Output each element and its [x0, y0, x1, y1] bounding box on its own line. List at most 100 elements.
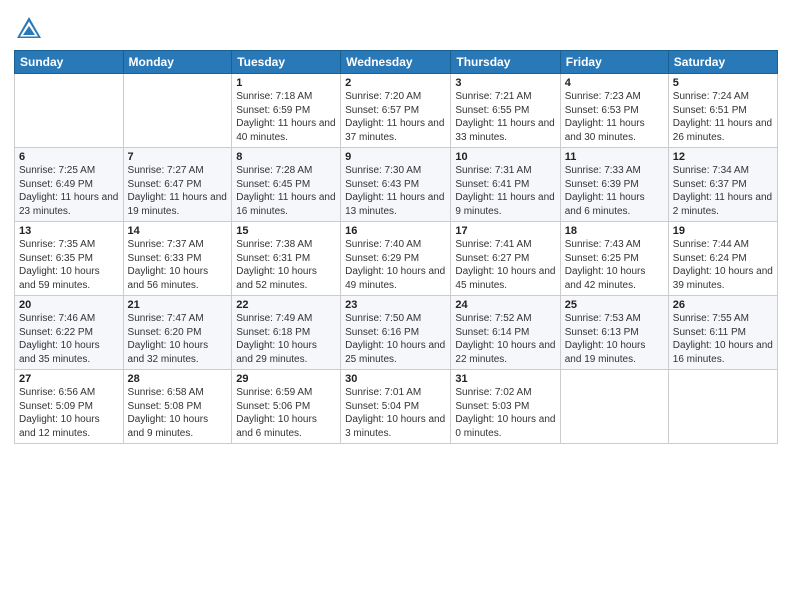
day-detail: Sunrise: 7:27 AM Sunset: 6:47 PM Dayligh… — [128, 164, 228, 218]
header — [14, 10, 778, 44]
col-sunday: Sunday — [15, 51, 124, 74]
day-number: 24 — [455, 299, 555, 311]
calendar-week-row: 20Sunrise: 7:46 AM Sunset: 6:22 PM Dayli… — [15, 296, 778, 370]
table-row: 23Sunrise: 7:50 AM Sunset: 6:16 PM Dayli… — [341, 296, 451, 370]
day-detail: Sunrise: 7:30 AM Sunset: 6:43 PM Dayligh… — [345, 164, 446, 218]
day-detail: Sunrise: 7:37 AM Sunset: 6:33 PM Dayligh… — [128, 238, 228, 292]
day-number: 7 — [128, 151, 228, 163]
table-row: 3Sunrise: 7:21 AM Sunset: 6:55 PM Daylig… — [451, 74, 560, 148]
col-monday: Monday — [123, 51, 232, 74]
day-detail: Sunrise: 7:49 AM Sunset: 6:18 PM Dayligh… — [236, 312, 336, 366]
table-row: 8Sunrise: 7:28 AM Sunset: 6:45 PM Daylig… — [232, 148, 341, 222]
table-row — [560, 370, 668, 444]
day-number: 31 — [455, 373, 555, 385]
day-number: 9 — [345, 151, 446, 163]
day-detail: Sunrise: 6:58 AM Sunset: 5:08 PM Dayligh… — [128, 386, 228, 440]
day-number: 10 — [455, 151, 555, 163]
table-row: 5Sunrise: 7:24 AM Sunset: 6:51 PM Daylig… — [668, 74, 777, 148]
day-detail: Sunrise: 7:43 AM Sunset: 6:25 PM Dayligh… — [565, 238, 664, 292]
day-number: 12 — [673, 151, 773, 163]
day-detail: Sunrise: 7:55 AM Sunset: 6:11 PM Dayligh… — [673, 312, 773, 366]
table-row: 4Sunrise: 7:23 AM Sunset: 6:53 PM Daylig… — [560, 74, 668, 148]
day-detail: Sunrise: 7:28 AM Sunset: 6:45 PM Dayligh… — [236, 164, 336, 218]
table-row: 15Sunrise: 7:38 AM Sunset: 6:31 PM Dayli… — [232, 222, 341, 296]
table-row — [123, 74, 232, 148]
col-wednesday: Wednesday — [341, 51, 451, 74]
day-number: 29 — [236, 373, 336, 385]
day-number: 26 — [673, 299, 773, 311]
table-row: 26Sunrise: 7:55 AM Sunset: 6:11 PM Dayli… — [668, 296, 777, 370]
table-row: 14Sunrise: 7:37 AM Sunset: 6:33 PM Dayli… — [123, 222, 232, 296]
day-detail: Sunrise: 7:01 AM Sunset: 5:04 PM Dayligh… — [345, 386, 446, 440]
day-number: 23 — [345, 299, 446, 311]
table-row: 19Sunrise: 7:44 AM Sunset: 6:24 PM Dayli… — [668, 222, 777, 296]
day-number: 22 — [236, 299, 336, 311]
day-detail: Sunrise: 7:53 AM Sunset: 6:13 PM Dayligh… — [565, 312, 664, 366]
calendar-week-row: 6Sunrise: 7:25 AM Sunset: 6:49 PM Daylig… — [15, 148, 778, 222]
day-number: 14 — [128, 225, 228, 237]
day-detail: Sunrise: 7:50 AM Sunset: 6:16 PM Dayligh… — [345, 312, 446, 366]
table-row: 31Sunrise: 7:02 AM Sunset: 5:03 PM Dayli… — [451, 370, 560, 444]
day-number: 19 — [673, 225, 773, 237]
table-row: 18Sunrise: 7:43 AM Sunset: 6:25 PM Dayli… — [560, 222, 668, 296]
day-number: 13 — [19, 225, 119, 237]
day-number: 16 — [345, 225, 446, 237]
day-number: 28 — [128, 373, 228, 385]
day-detail: Sunrise: 7:52 AM Sunset: 6:14 PM Dayligh… — [455, 312, 555, 366]
day-number: 21 — [128, 299, 228, 311]
day-detail: Sunrise: 7:25 AM Sunset: 6:49 PM Dayligh… — [19, 164, 119, 218]
table-row: 25Sunrise: 7:53 AM Sunset: 6:13 PM Dayli… — [560, 296, 668, 370]
calendar-week-row: 1Sunrise: 7:18 AM Sunset: 6:59 PM Daylig… — [15, 74, 778, 148]
day-detail: Sunrise: 7:41 AM Sunset: 6:27 PM Dayligh… — [455, 238, 555, 292]
day-detail: Sunrise: 7:34 AM Sunset: 6:37 PM Dayligh… — [673, 164, 773, 218]
calendar-header-row: Sunday Monday Tuesday Wednesday Thursday… — [15, 51, 778, 74]
day-detail: Sunrise: 6:56 AM Sunset: 5:09 PM Dayligh… — [19, 386, 119, 440]
day-number: 1 — [236, 77, 336, 89]
day-number: 25 — [565, 299, 664, 311]
day-detail: Sunrise: 6:59 AM Sunset: 5:06 PM Dayligh… — [236, 386, 336, 440]
table-row: 2Sunrise: 7:20 AM Sunset: 6:57 PM Daylig… — [341, 74, 451, 148]
col-saturday: Saturday — [668, 51, 777, 74]
day-detail: Sunrise: 7:18 AM Sunset: 6:59 PM Dayligh… — [236, 90, 336, 144]
day-number: 15 — [236, 225, 336, 237]
day-number: 17 — [455, 225, 555, 237]
day-detail: Sunrise: 7:24 AM Sunset: 6:51 PM Dayligh… — [673, 90, 773, 144]
calendar-week-row: 13Sunrise: 7:35 AM Sunset: 6:35 PM Dayli… — [15, 222, 778, 296]
day-number: 18 — [565, 225, 664, 237]
day-detail: Sunrise: 7:38 AM Sunset: 6:31 PM Dayligh… — [236, 238, 336, 292]
table-row: 30Sunrise: 7:01 AM Sunset: 5:04 PM Dayli… — [341, 370, 451, 444]
table-row: 20Sunrise: 7:46 AM Sunset: 6:22 PM Dayli… — [15, 296, 124, 370]
table-row — [15, 74, 124, 148]
day-detail: Sunrise: 7:47 AM Sunset: 6:20 PM Dayligh… — [128, 312, 228, 366]
day-number: 8 — [236, 151, 336, 163]
table-row: 1Sunrise: 7:18 AM Sunset: 6:59 PM Daylig… — [232, 74, 341, 148]
table-row: 16Sunrise: 7:40 AM Sunset: 6:29 PM Dayli… — [341, 222, 451, 296]
col-thursday: Thursday — [451, 51, 560, 74]
table-row: 10Sunrise: 7:31 AM Sunset: 6:41 PM Dayli… — [451, 148, 560, 222]
day-detail: Sunrise: 7:35 AM Sunset: 6:35 PM Dayligh… — [19, 238, 119, 292]
day-detail: Sunrise: 7:20 AM Sunset: 6:57 PM Dayligh… — [345, 90, 446, 144]
day-number: 2 — [345, 77, 446, 89]
table-row: 27Sunrise: 6:56 AM Sunset: 5:09 PM Dayli… — [15, 370, 124, 444]
day-detail: Sunrise: 7:02 AM Sunset: 5:03 PM Dayligh… — [455, 386, 555, 440]
day-number: 27 — [19, 373, 119, 385]
table-row: 9Sunrise: 7:30 AM Sunset: 6:43 PM Daylig… — [341, 148, 451, 222]
table-row: 29Sunrise: 6:59 AM Sunset: 5:06 PM Dayli… — [232, 370, 341, 444]
table-row: 21Sunrise: 7:47 AM Sunset: 6:20 PM Dayli… — [123, 296, 232, 370]
day-number: 3 — [455, 77, 555, 89]
calendar-table: Sunday Monday Tuesday Wednesday Thursday… — [14, 50, 778, 444]
day-detail: Sunrise: 7:40 AM Sunset: 6:29 PM Dayligh… — [345, 238, 446, 292]
col-friday: Friday — [560, 51, 668, 74]
day-detail: Sunrise: 7:44 AM Sunset: 6:24 PM Dayligh… — [673, 238, 773, 292]
day-number: 4 — [565, 77, 664, 89]
col-tuesday: Tuesday — [232, 51, 341, 74]
table-row: 22Sunrise: 7:49 AM Sunset: 6:18 PM Dayli… — [232, 296, 341, 370]
logo — [14, 14, 48, 44]
table-row — [668, 370, 777, 444]
table-row: 12Sunrise: 7:34 AM Sunset: 6:37 PM Dayli… — [668, 148, 777, 222]
day-detail: Sunrise: 7:31 AM Sunset: 6:41 PM Dayligh… — [455, 164, 555, 218]
day-number: 6 — [19, 151, 119, 163]
day-number: 20 — [19, 299, 119, 311]
page: Sunday Monday Tuesday Wednesday Thursday… — [0, 0, 792, 612]
calendar-week-row: 27Sunrise: 6:56 AM Sunset: 5:09 PM Dayli… — [15, 370, 778, 444]
